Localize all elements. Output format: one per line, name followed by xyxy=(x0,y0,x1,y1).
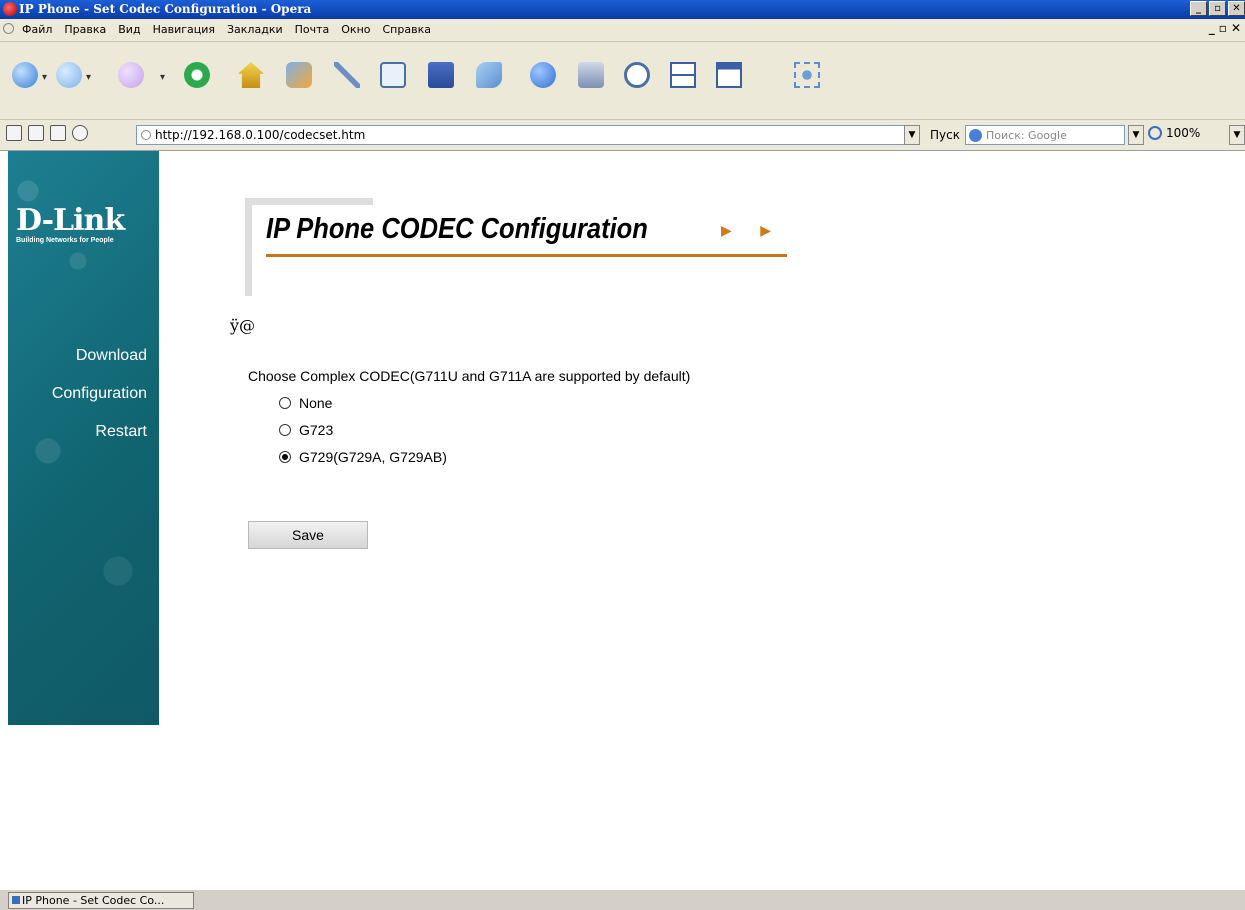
sidebar-nav: Download Configuration Restart xyxy=(52,347,147,461)
home-icon[interactable] xyxy=(238,62,264,88)
zoom-control[interactable]: 100% xyxy=(1148,126,1200,140)
sidebar: D-Link Building Networks for People Down… xyxy=(8,151,159,725)
search-placeholder: Поиск: Google xyxy=(986,129,1067,142)
menu-bookmarks[interactable]: Закладки xyxy=(227,23,283,36)
window-titlebar: IP Phone - Set Codec Configuration - Ope… xyxy=(0,0,1245,19)
notes-icon[interactable] xyxy=(334,62,360,88)
menu-file[interactable]: Файл xyxy=(22,23,52,36)
taskbar-item[interactable]: IP Phone - Set Codec Co... xyxy=(8,892,194,909)
search-input[interactable]: Поиск: Google xyxy=(965,125,1125,145)
codec-label: Choose Complex CODEC(G711U and G711A are… xyxy=(248,368,691,384)
dlink-logo: D-Link Building Networks for People xyxy=(16,203,125,245)
taskbar-item-label: IP Phone - Set Codec Co... xyxy=(22,894,165,907)
title-underline xyxy=(266,254,787,257)
zoom-level: 100% xyxy=(1166,126,1201,140)
radio-g723-label: G723 xyxy=(299,422,334,438)
radio-g723[interactable] xyxy=(279,424,291,436)
security-icon[interactable] xyxy=(6,125,22,141)
header-frame xyxy=(245,198,252,296)
mail-icon[interactable] xyxy=(428,62,454,88)
mdi-minimize-button[interactable]: _ xyxy=(1209,21,1215,35)
fullscreen-icon[interactable] xyxy=(794,62,820,88)
page-content: D-Link Building Networks for People Down… xyxy=(8,151,1245,889)
go-button[interactable]: Пуск xyxy=(930,128,960,142)
garbled-text: ÿ@ xyxy=(230,316,256,335)
minimize-button[interactable]: _ xyxy=(1190,1,1207,16)
url-text: http://192.168.0.100/codecset.htm xyxy=(155,128,366,142)
menu-mail[interactable]: Почта xyxy=(295,23,330,36)
print-preview-icon[interactable] xyxy=(380,62,406,88)
logo-brand: D-Link xyxy=(16,203,125,238)
logo-tagline: Building Networks for People xyxy=(16,237,114,244)
hotlist-icon[interactable] xyxy=(286,62,312,88)
page-info-icon[interactable] xyxy=(72,125,88,141)
forward-dropdown-icon[interactable]: ▾ xyxy=(86,72,91,83)
tile-icon[interactable] xyxy=(670,62,696,88)
url-dropdown-button[interactable]: ▼ xyxy=(904,125,920,145)
mdi-controls: _ ▫ ✕ xyxy=(1209,21,1241,35)
sidebar-item-restart[interactable]: Restart xyxy=(52,423,147,441)
page-menu-icon[interactable] xyxy=(3,23,14,34)
globe-icon xyxy=(141,130,151,140)
zoom-dropdown-button[interactable]: ▼ xyxy=(1229,125,1245,145)
cascade-icon[interactable] xyxy=(716,62,742,88)
radio-none[interactable] xyxy=(279,397,291,409)
sidebar-item-configuration[interactable]: Configuration xyxy=(52,385,147,403)
printer-icon[interactable] xyxy=(50,125,66,141)
codec-option-g729[interactable]: G729(G729A, G729AB) xyxy=(279,449,447,465)
menu-navigation[interactable]: Навигация xyxy=(153,23,215,36)
taskbar: IP Phone - Set Codec Co... xyxy=(0,889,1245,910)
save-button[interactable]: Save xyxy=(248,521,368,549)
main-toolbar: ▾ ▾ ▾ xyxy=(0,42,1245,120)
address-bar: http://192.168.0.100/codecset.htm ▼ Пуск… xyxy=(0,120,1245,151)
radio-g729-label: G729(G729A, G729AB) xyxy=(299,449,447,465)
mdi-restore-button[interactable]: ▫ xyxy=(1219,21,1227,35)
radio-none-label: None xyxy=(299,395,333,411)
menu-edit[interactable]: Правка xyxy=(64,23,106,36)
url-input[interactable]: http://192.168.0.100/codecset.htm xyxy=(136,125,920,145)
window-title: IP Phone - Set Codec Configuration - Ope… xyxy=(19,2,312,16)
menu-view[interactable]: Вид xyxy=(118,23,140,36)
forward-icon[interactable] xyxy=(56,62,82,88)
fast-forward-dropdown-icon[interactable]: ▾ xyxy=(160,72,165,83)
print-icon[interactable] xyxy=(578,62,604,88)
menu-window[interactable]: Окно xyxy=(341,23,370,36)
search-engine-icon[interactable] xyxy=(969,129,982,142)
close-button[interactable]: ✕ xyxy=(1228,1,1245,16)
maximize-button[interactable]: ▫ xyxy=(1209,1,1226,16)
zoom-icon xyxy=(1148,126,1162,140)
fast-forward-icon[interactable] xyxy=(118,62,144,88)
back-icon[interactable] xyxy=(12,62,38,88)
sidebar-item-download[interactable]: Download xyxy=(52,347,147,365)
header-frame-top xyxy=(245,198,373,205)
title-arrows-icon: ▶ ▶ xyxy=(721,223,783,239)
search-dropdown-button[interactable]: ▼ xyxy=(1128,125,1144,145)
codec-option-g723[interactable]: G723 xyxy=(279,422,333,438)
transfers-icon[interactable] xyxy=(530,62,556,88)
taskbar-opera-icon xyxy=(12,896,20,904)
page-title: IP Phone CODEC Configuration xyxy=(266,213,648,245)
menu-bar: Файл Правка Вид Навигация Закладки Почта… xyxy=(0,19,1245,42)
screenshot-icon[interactable] xyxy=(28,125,44,141)
chat-icon[interactable] xyxy=(476,62,502,88)
menu-help[interactable]: Справка xyxy=(383,23,431,36)
opera-icon xyxy=(3,2,17,16)
codec-option-none[interactable]: None xyxy=(279,395,332,411)
back-dropdown-icon[interactable]: ▾ xyxy=(42,72,47,83)
radio-g729[interactable] xyxy=(279,451,291,463)
mdi-close-button[interactable]: ✕ xyxy=(1231,21,1241,35)
reload-icon[interactable] xyxy=(184,62,210,88)
find-icon[interactable] xyxy=(624,62,650,88)
window-controls: _ ▫ ✕ xyxy=(1190,1,1245,16)
